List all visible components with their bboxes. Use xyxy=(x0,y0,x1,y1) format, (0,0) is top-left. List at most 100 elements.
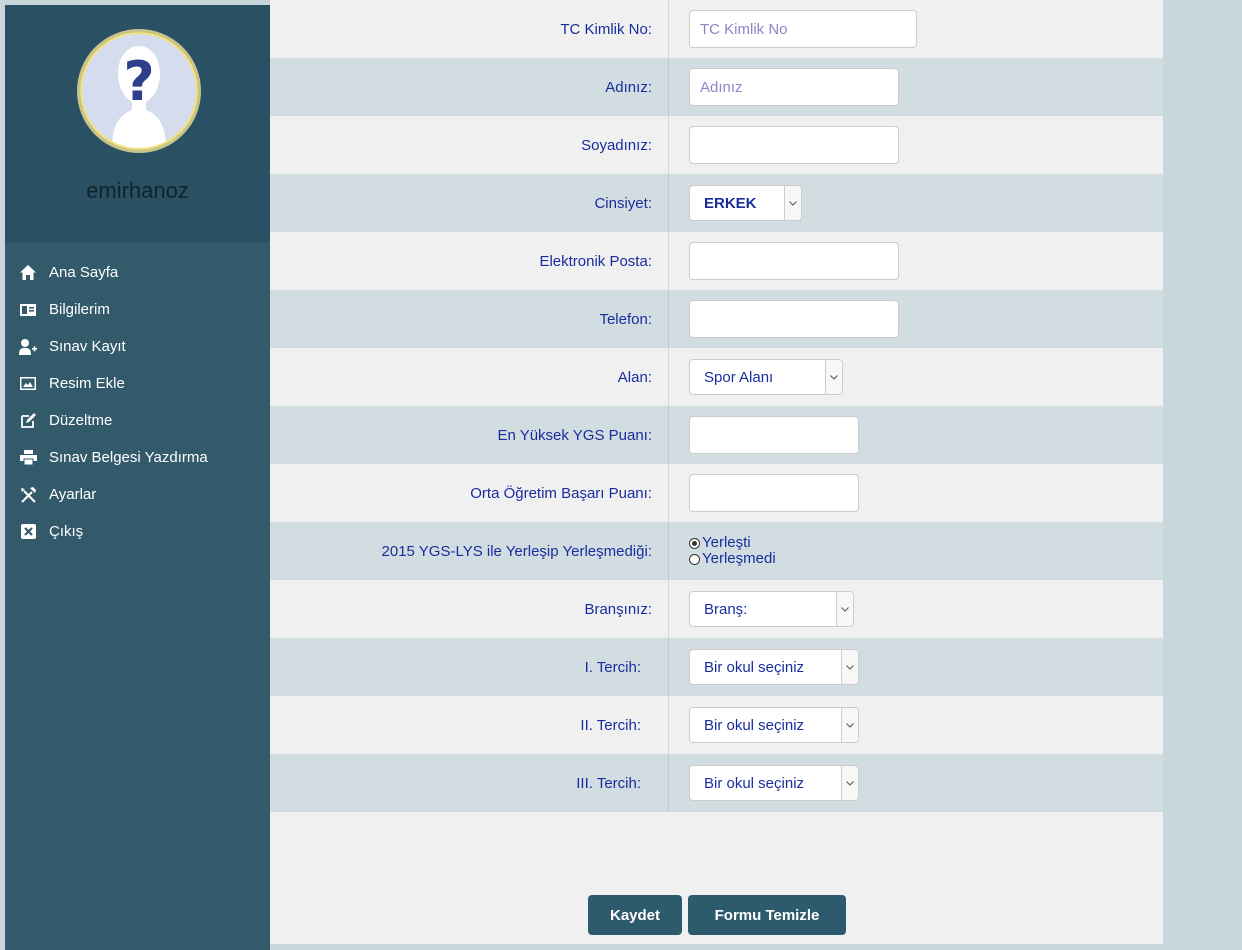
form-row-tc: TC Kimlik No: xyxy=(270,0,1163,58)
tc-input[interactable] xyxy=(689,10,917,48)
chevron-down-icon xyxy=(841,708,858,742)
menu-item-label: Resim Ekle xyxy=(49,375,125,392)
chevron-down-icon xyxy=(825,360,842,394)
radio-label: Yerleşti xyxy=(702,534,751,551)
registration-form: TC Kimlik No: Adınız: Soyadınız: Cinsiye… xyxy=(270,0,1163,944)
brans-label: Branşınız: xyxy=(584,600,652,618)
field-cell xyxy=(689,290,899,348)
divider xyxy=(668,348,669,406)
tercih2-select[interactable]: Bir okul seçiniz xyxy=(689,707,859,743)
profile-panel: ? emirhanoz xyxy=(5,5,270,242)
save-button[interactable]: Kaydet xyxy=(588,895,682,935)
tools-icon xyxy=(19,486,37,504)
divider xyxy=(668,696,669,754)
cinsiyet-select[interactable]: ERKEK xyxy=(689,185,802,221)
radio-label: Yerleşmedi xyxy=(702,550,776,567)
tercih1-select[interactable]: Bir okul seçiniz xyxy=(689,649,859,685)
field-cell: Spor Alanı xyxy=(689,348,843,406)
ygs-label: En Yüksek YGS Puanı: xyxy=(497,426,652,444)
divider xyxy=(668,522,669,580)
chevron-down-icon xyxy=(841,650,858,684)
obp-input[interactable] xyxy=(689,474,859,512)
field-cell xyxy=(689,58,899,116)
divider xyxy=(668,58,669,116)
soyad-input[interactable] xyxy=(689,126,899,164)
menu-item-sinav-belgesi-yazdirma[interactable]: Sınav Belgesi Yazdırma xyxy=(5,439,270,476)
divider xyxy=(668,0,669,58)
ad-input[interactable] xyxy=(689,68,899,106)
printer-icon xyxy=(19,449,37,467)
field-cell: Bir okul seçiniz xyxy=(689,696,859,754)
menu-item-duzeltme[interactable]: Düzeltme xyxy=(5,402,270,439)
telefon-label: Telefon: xyxy=(599,310,652,328)
id-card-icon xyxy=(19,301,37,319)
radio-unchecked-icon[interactable] xyxy=(689,553,700,565)
divider xyxy=(668,290,669,348)
alan-select[interactable]: Spor Alanı xyxy=(689,359,843,395)
menu-item-sinav-kayit[interactable]: Sınav Kayıt xyxy=(5,328,270,365)
chevron-down-icon xyxy=(784,186,801,220)
brans-select[interactable]: Branş: xyxy=(689,591,854,627)
form-row-brans: Branşınız: Branş: xyxy=(270,580,1163,638)
telefon-input[interactable] xyxy=(689,300,899,338)
yerlesme-radio-group: Yerleşti Yerleşmedi xyxy=(689,535,776,567)
tercih1-selected: Bir okul seçiniz xyxy=(704,658,805,676)
field-cell xyxy=(689,0,917,58)
field-cell xyxy=(689,406,859,464)
menu-item-label: Ana Sayfa xyxy=(49,264,119,281)
divider xyxy=(668,580,669,638)
form-row-eposta: Elektronik Posta: xyxy=(270,232,1163,290)
field-cell xyxy=(689,464,859,522)
ad-label: Adınız: xyxy=(605,78,652,96)
brans-selected: Branş: xyxy=(704,600,748,618)
home-icon xyxy=(19,264,37,282)
menu-item-label: Bilgilerim xyxy=(49,301,110,318)
form-row-obp: Orta Öğretim Başarı Puanı: xyxy=(270,464,1163,522)
menu-item-resim-ekle[interactable]: Resim Ekle xyxy=(5,365,270,402)
menu-item-label: Sınav Belgesi Yazdırma xyxy=(49,449,208,466)
menu-item-ana-sayfa[interactable]: Ana Sayfa xyxy=(5,254,270,291)
clear-form-button[interactable]: Formu Temizle xyxy=(688,895,846,935)
form-row-yerlesme: 2015 YGS-LYS ile Yerleşip Yerleşmediği: … xyxy=(270,522,1163,580)
radio-checked-icon[interactable] xyxy=(689,537,700,549)
form-row-cinsiyet: Cinsiyet: ERKEK xyxy=(270,174,1163,232)
divider xyxy=(668,638,669,696)
tc-label: TC Kimlik No: xyxy=(560,20,652,38)
form-row-alan: Alan: Spor Alanı xyxy=(270,348,1163,406)
edit-icon xyxy=(19,412,37,430)
eposta-label: Elektronik Posta: xyxy=(539,252,652,270)
ygs-input[interactable] xyxy=(689,416,859,454)
radio-yerlesmedi[interactable]: Yerleşmedi xyxy=(689,551,776,567)
tercih3-selected: Bir okul seçiniz xyxy=(704,774,805,792)
divider xyxy=(668,116,669,174)
form-row-ygs: En Yüksek YGS Puanı: xyxy=(270,406,1163,464)
menu-item-cikis[interactable]: Çıkış xyxy=(5,513,270,550)
form-row-tercih-2: II. Tercih: Bir okul seçiniz xyxy=(270,696,1163,754)
sidebar: ? emirhanoz Ana Sayfa Bilgilerim Sınav K… xyxy=(5,5,270,950)
divider xyxy=(668,174,669,232)
form-row-soyad: Soyadınız: xyxy=(270,116,1163,174)
obp-label: Orta Öğretim Başarı Puanı: xyxy=(470,484,652,502)
menu-item-bilgilerim[interactable]: Bilgilerim xyxy=(5,291,270,328)
username: emirhanoz xyxy=(86,178,189,203)
form-row-ad: Adınız: xyxy=(270,58,1163,116)
picture-icon xyxy=(19,375,37,393)
alan-selected: Spor Alanı xyxy=(704,368,774,386)
menu-item-ayarlar[interactable]: Ayarlar xyxy=(5,476,270,513)
radio-yerlesti[interactable]: Yerleşti xyxy=(689,535,776,551)
form-row-telefon: Telefon: xyxy=(270,290,1163,348)
cinsiyet-label: Cinsiyet: xyxy=(594,194,652,212)
tercih3-select[interactable]: Bir okul seçiniz xyxy=(689,765,859,801)
yerlesme-label: 2015 YGS-LYS ile Yerleşip Yerleşmediği: xyxy=(381,542,652,560)
menu-item-label: Çıkış xyxy=(49,523,84,540)
eposta-input[interactable] xyxy=(689,242,899,280)
field-cell: ERKEK xyxy=(689,174,802,232)
divider xyxy=(668,754,669,812)
field-cell xyxy=(689,116,899,174)
field-cell: Branş: xyxy=(689,580,854,638)
field-cell: Yerleşti Yerleşmedi xyxy=(689,522,776,580)
divider xyxy=(668,406,669,464)
menu-item-label: Sınav Kayıt xyxy=(49,338,126,355)
field-cell xyxy=(689,232,899,290)
soyad-label: Soyadınız: xyxy=(581,136,652,154)
